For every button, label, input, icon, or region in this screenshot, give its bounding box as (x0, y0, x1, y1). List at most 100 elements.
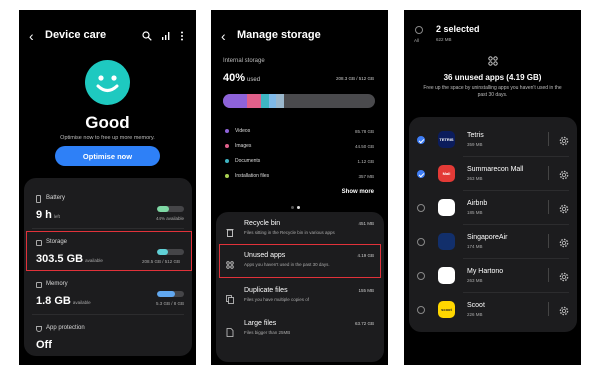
app-row[interactable]: Mall Summarecon Mall 263 MB (409, 157, 577, 191)
app-name: Scoot (467, 302, 485, 309)
storage-bar-segment (260, 94, 269, 108)
legend-label: Installation files (235, 173, 270, 179)
divider (548, 166, 549, 180)
legend-item[interactable]: Installation files (225, 173, 269, 179)
chart-icon[interactable] (161, 28, 171, 40)
battery-label: Battery (46, 195, 66, 201)
divider (32, 228, 184, 229)
app-name: SingaporeAir (467, 234, 508, 241)
shield-icon (36, 326, 42, 332)
storage-highlight (26, 231, 192, 271)
battery-icon (36, 195, 41, 203)
select-all-checkbox[interactable] (415, 26, 423, 34)
app-checkbox[interactable] (417, 170, 425, 178)
app-checkbox[interactable] (417, 306, 425, 314)
legend-value: 44.50 GB (354, 144, 374, 149)
legend-value: 1.12 GB (357, 159, 374, 164)
divider (548, 302, 549, 316)
app-icon: TETRIS (438, 131, 455, 148)
legend-dot (225, 159, 229, 163)
legend-label: Documents (235, 158, 261, 164)
status-subtitle: Optimise now to free up more memory. (60, 135, 155, 141)
app-name: Tetris (467, 132, 484, 139)
legend-label: Videos (235, 128, 251, 134)
app-checkbox[interactable] (417, 272, 425, 280)
status-text: Good (85, 113, 130, 132)
device-care-card: Battery 9 h left 44% available Storage 30… (24, 178, 192, 356)
app-checkbox[interactable] (417, 136, 425, 144)
optimise-now-button[interactable]: Optimise now (55, 146, 160, 166)
app-checkbox[interactable] (417, 238, 425, 246)
gear-icon[interactable] (559, 167, 569, 180)
gear-icon[interactable] (559, 269, 569, 282)
app-checkbox[interactable] (417, 204, 425, 212)
memory-icon (36, 282, 42, 288)
device-care-screen: ‹ Device care Good Optimise now to free … (19, 10, 196, 365)
legend-dot (225, 174, 229, 178)
app-size: 263 MB (467, 278, 483, 283)
page-title: Device care (45, 29, 107, 41)
app-row[interactable]: scoot Scoot 226 MB (409, 293, 577, 327)
row-size: 451 MB (358, 221, 374, 226)
row-size: 155 MB (358, 288, 374, 293)
memory-label: Memory (46, 281, 68, 287)
gear-icon[interactable] (559, 201, 569, 214)
apps-grid-icon (488, 53, 498, 66)
app-icon (438, 267, 455, 284)
app-icon: Mall (438, 165, 455, 182)
storage-bar-segment (276, 94, 284, 108)
legend-value: 85.78 GB (354, 129, 374, 134)
divider (32, 314, 184, 315)
battery-value: 9 h left (36, 209, 60, 221)
divider (548, 200, 549, 214)
app-row[interactable]: SingaporeAir 174 MB (409, 225, 577, 259)
app-protection-label: App protection (46, 325, 85, 331)
selected-count: 2 selected (436, 24, 480, 34)
app-row[interactable]: TETRIS Tetris 359 MB (409, 123, 577, 157)
app-size: 185 MB (467, 210, 483, 215)
search-icon[interactable] (142, 28, 152, 41)
gear-icon[interactable] (559, 303, 569, 316)
gear-icon[interactable] (559, 235, 569, 248)
app-name: Summarecon Mall (467, 166, 524, 173)
trash-icon (226, 224, 234, 237)
memory-bar (157, 291, 184, 297)
back-arrow-icon[interactable]: ‹ (221, 28, 226, 44)
app-row[interactable]: My Hartono 263 MB (409, 259, 577, 293)
app-protection-value: Off (36, 339, 52, 351)
row-description: Files you have multiple copies of (244, 297, 310, 302)
page-dot-active (297, 206, 300, 209)
battery-bar-fill (157, 206, 169, 212)
internal-storage-label: Internal storage (223, 58, 265, 64)
battery-available: 44% available (155, 216, 184, 221)
unused-apps-screen: All 2 selected 622 MB 36 unused apps (4.… (404, 10, 581, 365)
app-icon (438, 199, 455, 216)
row-title: Recycle bin (244, 220, 281, 227)
app-bar: ‹ Device care (19, 28, 196, 44)
row-description: Files bigger than 25MB (244, 330, 291, 335)
divider (548, 132, 549, 146)
page-title: Manage storage (237, 29, 321, 41)
legend-item[interactable]: Videos (225, 128, 250, 134)
back-arrow-icon[interactable]: ‹ (29, 28, 34, 44)
storage-bar-segment (223, 94, 248, 108)
storage-bar-segment (268, 94, 277, 108)
gear-icon[interactable] (559, 133, 569, 146)
more-options-icon[interactable] (180, 28, 190, 41)
app-row[interactable]: Airbnb 185 MB (409, 191, 577, 225)
selected-size: 622 MB (436, 37, 452, 42)
app-icon (438, 233, 455, 250)
page-dot (291, 206, 294, 209)
manage-storage-screen: ‹ Manage storage Internal storage 40% use… (211, 10, 388, 365)
legend-dot (225, 144, 229, 148)
row-size: 63.72 GB (354, 321, 374, 326)
legend-item[interactable]: Images (225, 143, 251, 149)
app-size: 226 MB (467, 312, 483, 317)
unused-apps-heading: 36 unused apps (4.19 GB) (443, 73, 542, 82)
divider (548, 234, 549, 248)
show-more-link[interactable]: Show more (342, 189, 374, 195)
battery-bar (157, 206, 184, 212)
row-title: Duplicate files (244, 287, 288, 294)
legend-item[interactable]: Documents (225, 158, 260, 164)
duplicate-icon (226, 291, 234, 304)
